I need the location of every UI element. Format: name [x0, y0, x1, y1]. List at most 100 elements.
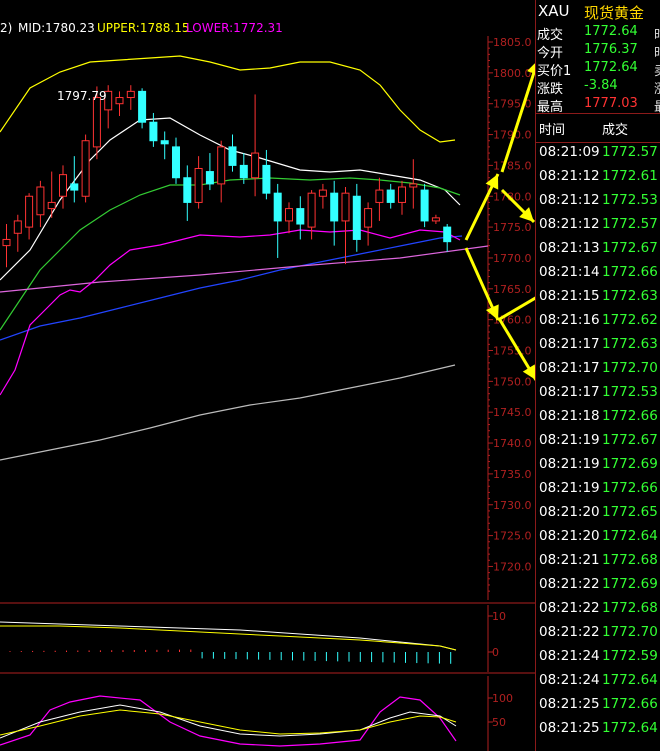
price-tick-label: 1730.0 [493, 499, 532, 512]
price-tick-label: 1735.0 [493, 468, 532, 481]
quote-extra-label: 涨 [654, 78, 660, 97]
tick-row[interactable]: 08:21:22 1772.70 [536, 622, 660, 646]
candle [138, 88, 147, 129]
tick-row[interactable]: 08:21:20 1772.64 [536, 526, 660, 550]
tick-price: 1772.70 [602, 624, 658, 640]
tick-row[interactable]: 08:21:16 1772.62 [536, 310, 660, 334]
quote-extra-label: 卖 [654, 60, 660, 79]
price-tick-label: 1745.0 [493, 406, 532, 419]
candle [386, 183, 395, 209]
candle [307, 190, 316, 240]
tick-row[interactable]: 08:21:25 1772.64 [536, 718, 660, 742]
tick-row[interactable]: 08:21:17 1772.63 [536, 334, 660, 358]
tick-time: 08:21:22 [539, 576, 600, 592]
tick-price: 1772.62 [602, 312, 658, 328]
tick-price: 1772.66 [602, 696, 658, 712]
macd-panel: 10 0 [0, 605, 506, 672]
tick-row[interactable]: 08:21:19 1772.66 [536, 478, 660, 502]
candle [375, 177, 384, 221]
tick-row[interactable]: 08:21:12 1772.57 [536, 214, 660, 238]
time-header: 时间 [539, 123, 566, 138]
kdj-tick-label: 100 [492, 692, 513, 705]
price-header: 成交 [602, 123, 629, 138]
tick-row[interactable]: 08:21:20 1772.65 [536, 502, 660, 526]
price-tick-label: 1750.0 [493, 375, 532, 388]
indicator-mid: MID:1780.23 [18, 21, 95, 35]
tick-price: 1772.53 [602, 192, 658, 208]
candle [228, 134, 237, 172]
quote-label: 买价1 [537, 64, 572, 79]
candle [296, 196, 305, 240]
candle [443, 224, 452, 252]
candle [126, 85, 135, 110]
tick-row[interactable]: 08:21:13 1772.67 [536, 238, 660, 262]
price-tick-label: 1765.0 [493, 283, 532, 296]
tick-row[interactable]: 08:21:09 1772.57 [536, 142, 660, 166]
tick-row[interactable]: 08:21:19 1772.69 [536, 454, 660, 478]
kdj-tick-label: 50 [492, 716, 506, 729]
candle [251, 94, 260, 197]
tick-time: 08:21:24 [539, 648, 600, 664]
trend-line [0, 245, 489, 293]
candle [285, 202, 293, 234]
candle [149, 112, 158, 147]
candle [115, 91, 124, 117]
price-tick-label: 1775.0 [493, 221, 532, 234]
tick-row[interactable]: 08:21:24 1772.64 [536, 670, 660, 694]
ma-gray-line [0, 364, 456, 461]
tick-row[interactable]: 08:21:17 1772.53 [536, 382, 660, 406]
price-tick-label: 1755.0 [493, 345, 532, 358]
kdj-panel: 100 50 [0, 676, 513, 751]
tick-price: 1772.64 [602, 528, 658, 544]
tick-price: 1772.57 [602, 144, 658, 160]
tick-row[interactable]: 08:21:12 1772.61 [536, 166, 660, 190]
tick-row[interactable]: 08:21:17 1772.70 [536, 358, 660, 382]
quote-row: 买价1 1772.64 卖 [536, 60, 660, 79]
tick-time: 08:21:17 [539, 384, 600, 400]
tick-row[interactable]: 08:21:24 1772.59 [536, 646, 660, 670]
tick-time: 08:21:25 [539, 720, 600, 736]
tick-row[interactable]: 08:21:18 1772.66 [536, 406, 660, 430]
candle [273, 183, 282, 258]
tick-row[interactable]: 08:21:19 1772.67 [536, 430, 660, 454]
price-tick-label: 1770.0 [493, 252, 532, 265]
tick-table-header: 时间 成交 [536, 113, 660, 143]
candle [352, 183, 361, 252]
price-tick-label: 1800.0 [493, 67, 532, 80]
tick-price: 1772.57 [602, 216, 658, 232]
tick-time: 08:21:17 [539, 360, 600, 376]
quote-row: 涨跌 -3.84 涨 [536, 78, 660, 97]
quote-header: XAU 现货黄金 [536, 0, 660, 23]
indicator-prefix: 2) [0, 21, 12, 35]
candle [409, 159, 418, 209]
candle [36, 180, 45, 228]
tick-row[interactable]: 08:21:15 1772.63 [536, 286, 660, 310]
tick-row[interactable]: 08:21:25 1772.66 [536, 694, 660, 718]
candle [318, 183, 327, 209]
indicator-upper: UPPER:1788.15 [97, 21, 189, 35]
tick-time: 08:21:12 [539, 216, 600, 232]
symbol-label: XAU [538, 2, 570, 20]
tick-price: 1772.66 [602, 264, 658, 280]
quote-value: 1777.03 [584, 96, 638, 111]
tick-row[interactable]: 08:21:14 1772.66 [536, 262, 660, 286]
high-annotation: 1797.79 [57, 89, 107, 103]
tick-price: 1772.70 [602, 360, 658, 376]
tick-row[interactable]: 08:21:21 1772.68 [536, 550, 660, 574]
symbol-name: 现货黄金 [584, 4, 645, 22]
tick-time: 08:21:22 [539, 624, 600, 640]
tick-price: 1772.61 [602, 168, 658, 184]
candle [364, 202, 373, 246]
tick-time: 08:21:19 [539, 480, 600, 496]
tick-price: 1772.63 [602, 336, 658, 352]
tick-price: 1772.68 [602, 552, 658, 568]
tick-row[interactable]: 08:21:22 1772.69 [536, 574, 660, 598]
candle [13, 214, 22, 252]
candlestick-chart[interactable]: 2) MID:1780.23 UPPER:1788.15 LOWER:1772.… [0, 0, 535, 751]
kdj-k-line [0, 704, 457, 739]
tick-row[interactable]: 08:21:12 1772.53 [536, 190, 660, 214]
tick-row[interactable]: 08:21:22 1772.68 [536, 598, 660, 622]
tick-time: 08:21:20 [539, 504, 600, 520]
ma-blue-line [0, 235, 463, 341]
candle [262, 149, 271, 200]
